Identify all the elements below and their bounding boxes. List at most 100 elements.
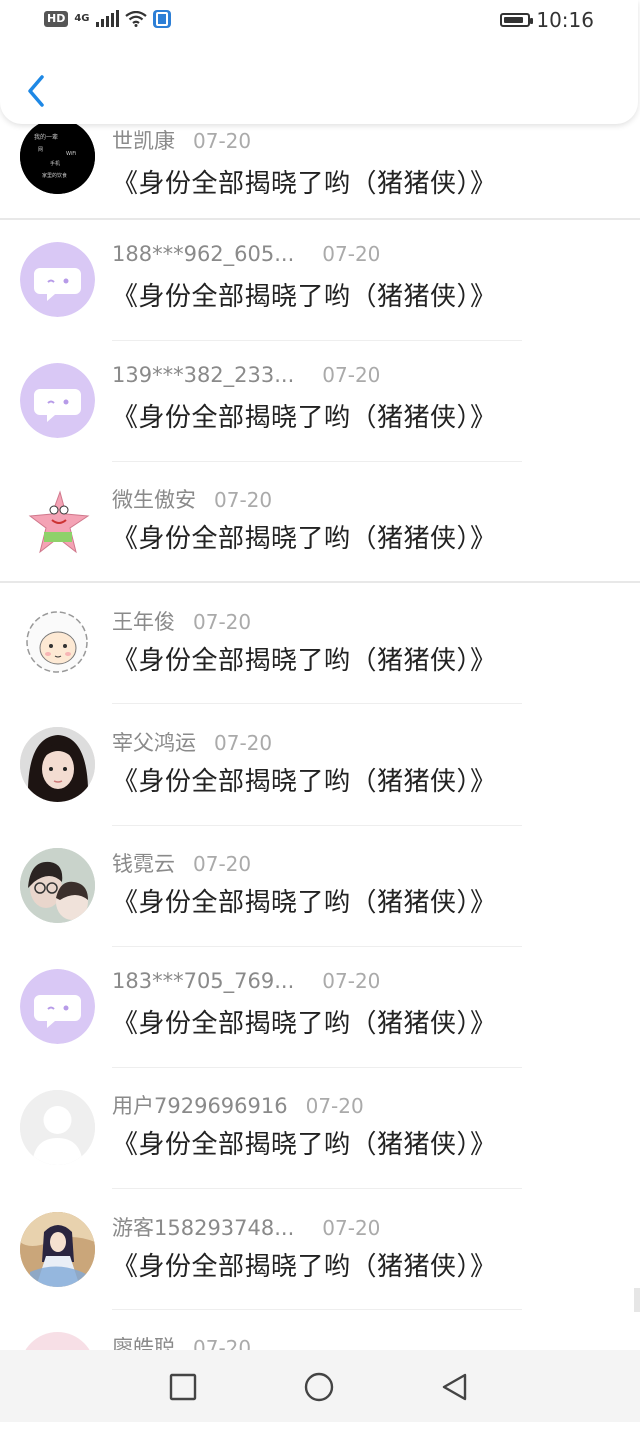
system-nav-bar [0,1350,640,1422]
status-bar: HD 4G 10:16 [0,8,638,36]
list-item[interactable]: 139***382_233... 07-20 《身份全部揭晓了哟（猪猪侠）》 [0,343,640,464]
avatar[interactable] [20,1212,95,1287]
author-row: 微生傲安 07-20 [112,484,272,514]
couple-photo [20,848,95,923]
hd-badge: HD [44,11,69,27]
list-item[interactable]: 183***705_769... 07-20 《身份全部揭晓了哟（猪猪侠）》 [0,949,640,1070]
author-name[interactable]: 游客158293748... [112,1212,294,1242]
avatar[interactable] [20,848,95,923]
divider [112,340,522,341]
circle-icon[interactable] [304,1372,334,1402]
avatar[interactable] [20,242,95,317]
divider [112,1188,522,1189]
comment-date: 07-20 [193,129,252,153]
divider [112,825,522,826]
comment-text: 《身份全部揭晓了哟（猪猪侠）》 [112,169,497,199]
list-item[interactable]: 微生傲安 07-20 《身份全部揭晓了哟（猪猪侠）》 [0,464,640,585]
avatar[interactable] [20,727,95,802]
list-item[interactable]: 游客158293748... 07-20 《身份全部揭晓了哟（猪猪侠）》 [0,1192,640,1313]
svg-text:WiFi: WiFi [66,151,76,157]
network-label: 4G [74,13,90,24]
author-row: 王年俊 07-20 [112,606,251,636]
comment-text: 《身份全部揭晓了哟（猪猪侠）》 [112,767,497,797]
author-name[interactable]: 用户7929696916 [112,1090,288,1120]
sheep-icon [26,611,88,673]
svg-text:我的一辈: 我的一辈 [34,133,58,141]
wifi-icon [124,11,147,27]
comment-text: 《身份全部揭晓了哟（猪猪侠）》 [112,1130,497,1160]
avatar[interactable] [20,969,95,1044]
divider [112,461,522,462]
comment-date: 07-20 [322,363,381,387]
author-row: 183***705_769... 07-20 [112,969,380,993]
author-row: 用户7929696916 07-20 [112,1090,364,1120]
comment-text: 《身份全部揭晓了哟（猪猪侠）》 [112,888,497,918]
list-item[interactable]: 王年俊 07-20 《身份全部揭晓了哟（猪猪侠）》 [0,586,640,707]
comment-date: 07-20 [322,242,381,266]
author-name[interactable]: 王年俊 [112,606,175,636]
author-name[interactable]: 钱霓云 [112,848,175,878]
triangle-back-icon[interactable] [440,1372,470,1402]
comment-date: 07-20 [305,1094,364,1118]
status-right: 10:16 [500,8,594,32]
comment-date: 07-20 [214,488,273,512]
top-bar: HD 4G 10:16 [0,0,638,124]
divider [112,1309,522,1310]
square-icon[interactable] [168,1372,198,1402]
author-row: 钱霓云 07-20 [112,848,251,878]
list-item[interactable]: 用户7929696916 07-20 《身份全部揭晓了哟（猪猪侠）》 [0,1070,640,1191]
comment-date: 07-20 [214,731,273,755]
avatar[interactable] [20,484,95,559]
comment-text: 《身份全部揭晓了哟（猪猪侠）》 [112,524,497,554]
author-row: 139***382_233... 07-20 [112,363,380,387]
list-item[interactable]: 宰父鸿运 07-20 《身份全部揭晓了哟（猪猪侠）》 [0,707,640,828]
person-silhouette-icon [20,1090,95,1165]
author-name[interactable]: 世凯康 [112,125,175,155]
comment-date: 07-20 [193,852,252,876]
chat-bubble-icon [20,969,95,1044]
svg-text:家里的饮食: 家里的饮食 [42,172,67,179]
list-item[interactable]: 钱霓云 07-20 《身份全部揭晓了哟（猪猪侠）》 [0,828,640,949]
author-name[interactable]: 宰父鸿运 [112,727,196,757]
list-item[interactable]: 188***962_605... 07-20 《身份全部揭晓了哟（猪猪侠）》 [0,222,640,343]
sim-icon [152,10,171,28]
divider [112,1067,522,1068]
anime-photo [20,1212,95,1287]
starfish-icon [28,490,90,554]
svg-text:网: 网 [38,147,43,153]
chevron-left-icon[interactable] [22,72,52,110]
author-name[interactable]: 183***705_769... [112,969,294,993]
divider [0,218,640,220]
avatar[interactable] [20,363,95,438]
chat-bubble-icon [20,363,95,438]
clock: 10:16 [536,8,594,32]
signal-icon [95,10,119,27]
avatar[interactable]: 我的一辈 网 WiFi 手机 家里的饮食 [20,119,95,194]
author-name[interactable]: 139***382_233... [112,363,294,387]
author-row: 188***962_605... 07-20 [112,242,380,266]
comment-text: 《身份全部揭晓了哟（猪猪侠）》 [112,1252,497,1282]
battery-icon [500,13,534,27]
author-row: 游客158293748... 07-20 [112,1212,380,1242]
divider [112,703,522,704]
comment-text: 《身份全部揭晓了哟（猪猪侠）》 [112,1009,497,1039]
author-row: 宰父鸿运 07-20 [112,727,272,757]
svg-text:手机: 手机 [50,160,60,167]
comment-text: 《身份全部揭晓了哟（猪猪侠）》 [112,282,497,312]
scroll-indicator[interactable] [634,1288,640,1312]
author-name[interactable]: 188***962_605... [112,242,294,266]
chat-bubble-icon [20,242,95,317]
status-left: HD 4G [44,10,171,28]
divider [112,946,522,947]
comment-text: 《身份全部揭晓了哟（猪猪侠）》 [112,403,497,433]
author-row: 世凯康 07-20 [112,125,251,155]
comment-text: 《身份全部揭晓了哟（猪猪侠）》 [112,646,497,676]
avatar[interactable] [20,1090,95,1165]
comment-date: 07-20 [322,969,381,993]
author-name[interactable]: 微生傲安 [112,484,196,514]
avatar[interactable] [20,606,95,681]
divider [0,581,640,583]
comment-date: 07-20 [193,610,252,634]
portrait-photo [20,727,95,802]
comment-date: 07-20 [322,1216,381,1240]
